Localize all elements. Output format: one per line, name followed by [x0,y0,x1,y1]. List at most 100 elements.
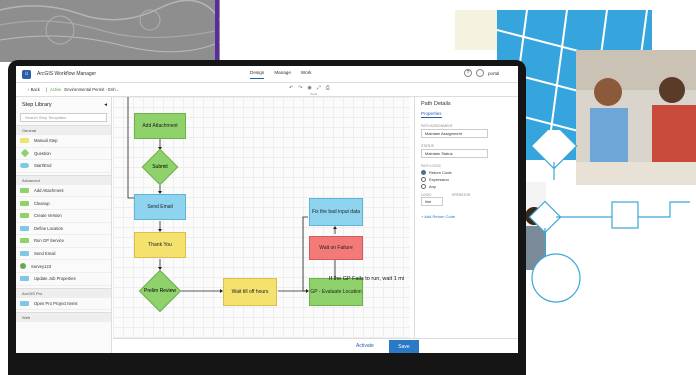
step-prelim-review-label: Prelim Review [144,288,176,294]
step-template-label: Cleanup [34,200,50,206]
step-template-item[interactable]: Start/End [16,160,111,173]
step-template-item[interactable]: Open Pro Project Items [16,298,111,311]
step-group-header[interactable]: Web [16,312,111,323]
step-shape-icon [20,238,29,244]
app-header: ⌂ ArcGIS Workflow Manager Design Manage … [16,66,518,83]
step-gp-evaluate-location[interactable]: GP - Evaluate Location [309,278,363,306]
view-icon[interactable]: ◉ [307,85,311,91]
radio-icon [421,184,426,189]
step-template-label: Run GP Service [34,238,64,244]
redo-icon[interactable]: ↷ [298,85,302,91]
tools-label: Tools [310,92,318,96]
user-label[interactable]: portal [488,71,499,76]
radio-selected-icon [421,170,426,175]
app-screen: ⌂ ArcGIS Workflow Manager Design Manage … [16,66,518,353]
print-icon[interactable]: ⎙ [326,85,330,91]
radio-expression-label: Expression [429,177,449,182]
radio-any[interactable]: Any [421,184,512,189]
step-template-item[interactable]: Cleanup [16,197,111,210]
step-template-label: Create Version [34,213,62,219]
tab-properties[interactable]: Properties [421,111,442,118]
status-select[interactable]: Maintain Status [421,149,488,158]
back-label: Back [30,87,40,92]
step-template-item[interactable]: Update Job Properties [16,273,111,286]
diagram-name: Environmental Permit - Enh... [64,87,120,92]
step-template-item[interactable]: Create Version [16,210,111,223]
radio-expression[interactable]: Expression [421,177,512,182]
step-shape-icon [20,200,29,206]
step-shape-icon [20,188,29,194]
failure-annotation: If the GP Fails to run, wait 1 mi [329,276,405,282]
add-return-code-link[interactable]: + Add Return Code [421,214,512,219]
fit-icon[interactable]: ⤢ [317,85,321,91]
add-return-code-label: Add Return Code [424,214,456,219]
radio-return-code[interactable]: Return Code [421,170,512,175]
radio-icon [421,177,426,182]
undo-icon[interactable]: ↶ [289,85,293,91]
logic-label: LOGIC [421,193,432,197]
step-search-input[interactable]: Search Step Templates [20,113,107,122]
step-library-header: Step Library ◂ [16,97,111,111]
step-shape-icon [20,276,29,282]
step-template-item[interactable]: Manual Step [16,135,111,148]
step-shape-icon [20,163,29,169]
step-template-item[interactable]: Send Email [16,248,111,261]
step-group-header[interactable]: General [16,125,111,135]
step-thank-you[interactable]: Thank You [134,232,186,258]
step-library-panel: Step Library ◂ Search Step Templates Gen… [16,97,112,353]
step-template-label: Add Attachment [34,188,64,194]
step-wait-on-failure[interactable]: Wait on Failure [309,236,363,260]
step-shape-icon [20,138,29,144]
save-button[interactable]: Save [389,340,419,353]
path-assignment-select[interactable]: Maintain Assignment [421,129,488,138]
activate-button[interactable]: Activate [356,343,374,349]
tab-manage[interactable]: Manage [274,70,291,79]
step-wait-till-off-hours[interactable]: Wait till off hours [223,278,277,306]
step-add-attachment[interactable]: Add Attachment [134,113,186,139]
path-assignment-label: PATH ASSIGNMENT [421,124,453,128]
step-shape-icon [20,263,26,270]
step-submit[interactable]: Submit [134,148,186,186]
step-template-item[interactable]: Add Attachment [16,185,111,198]
step-template-label: Manual Step [34,138,58,144]
tab-design[interactable]: Design [250,70,265,79]
logic-select[interactable]: line [421,197,443,206]
path-details-panel: Path Details Properties PATH ASSIGNMENT … [414,97,518,338]
workflow-canvas[interactable]: Add Attachment Submit Send Email Thank Y… [113,97,410,353]
step-shape-icon [20,213,29,219]
step-template-label: Update Job Properties [34,276,76,282]
step-library-list: General Manual Step Question Start/End Advan… [16,125,111,323]
avatar[interactable] [476,69,484,77]
back-link[interactable]: ‹ Back [28,87,40,92]
tab-work[interactable]: Work [301,70,312,79]
collapse-icon[interactable]: ◂ [104,102,107,108]
step-template-item[interactable]: Define Location [16,223,111,236]
breadcrumb: ‹ Back | Active Environmental Permit - E… [16,83,518,97]
step-template-item[interactable]: Survey123 [16,260,111,273]
status-label: STATUS [421,144,434,148]
help-icon[interactable]: ? [464,69,472,77]
step-fix-bad-input[interactable]: Fix the bad input data [309,198,363,226]
step-template-item[interactable]: Question [16,148,111,161]
step-template-item[interactable]: Run GP Service [16,235,111,248]
step-template-label: Question [34,150,51,156]
step-template-label: Open Pro Project Items [34,300,78,306]
tools-group: ↶ ↷ ◉ ⤢ ⎙ [289,85,330,91]
step-group-header[interactable]: Advanced [16,174,111,185]
decorative-flow-diagram [528,130,690,303]
step-submit-label: Submit [152,164,168,170]
step-shape-icon [20,225,29,231]
step-template-label: Start/End [34,163,52,169]
step-group-header[interactable]: ArcGIS Pro [16,287,111,298]
step-send-email[interactable]: Send Email [134,194,186,220]
step-prelim-review[interactable]: Prelim Review [134,269,186,313]
top-navigation: Design Manage Work [250,70,312,79]
laptop-frame: ⌂ ArcGIS Workflow Manager Design Manage … [8,60,526,375]
step-template-label: Define Location [34,225,64,231]
step-shape-icon [20,251,29,257]
arcgis-logo-icon: ⌂ [22,69,31,79]
radio-return-code-label: Return Code [429,170,452,175]
bottom-action-bar: Activate Save [113,338,518,353]
step-template-label: Send Email [34,251,56,257]
purple-accent-bar [215,0,219,62]
